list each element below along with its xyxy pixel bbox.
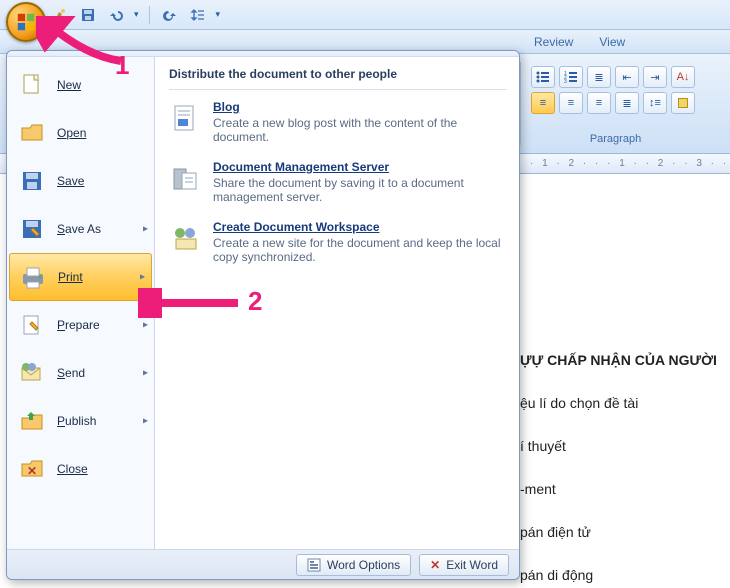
sub-item-desc: Create a new site for the document and k… — [213, 236, 507, 264]
close-icon: ✕ — [430, 558, 440, 572]
menu-item-label: Open — [57, 126, 86, 140]
menu-right-panel: Distribute the document to other people … — [155, 57, 519, 549]
menu-item-new[interactable]: New — [7, 61, 154, 109]
sort-button[interactable]: A↓ — [671, 66, 695, 88]
publish-icon — [17, 407, 47, 435]
menu-item-prepare[interactable]: Prepare ▸ — [7, 301, 154, 349]
sub-item-title: Create Document Workspace — [213, 220, 507, 234]
new-icon — [17, 71, 47, 99]
office-logo-icon — [15, 11, 37, 33]
redo-icon — [162, 7, 178, 23]
printer-icon — [18, 263, 48, 291]
numbering-button[interactable]: 123 — [559, 66, 583, 88]
justify-button[interactable]: ≣ — [615, 92, 639, 114]
menu-item-label: Save As — [57, 222, 101, 236]
decrease-indent-button[interactable]: ⇤ — [615, 66, 639, 88]
menu-item-label: Send — [57, 366, 85, 380]
quick-access-toolbar: ▾ ▾ — [0, 0, 730, 30]
sub-item-blog[interactable]: Blog Create a new blog post with the con… — [169, 100, 507, 144]
menu-item-close[interactable]: ✕ Close — [7, 445, 154, 493]
chevron-right-icon: ▸ — [143, 320, 148, 331]
send-icon — [17, 359, 47, 387]
doc-line: ỰỰ CHẤP NHẬN CỦA NGƯỜI — [520, 350, 720, 371]
numbering-icon: 123 — [564, 71, 578, 83]
tab-view[interactable]: View — [595, 31, 629, 53]
line-spacing-qat[interactable] — [188, 5, 208, 25]
menu-item-label: Save — [57, 174, 84, 188]
shading-button[interactable] — [671, 92, 695, 114]
button-label: Word Options — [327, 558, 400, 572]
group-label-paragraph: Paragraph — [521, 133, 710, 145]
menu-item-save[interactable]: Save — [7, 157, 154, 205]
workspace-icon — [169, 222, 203, 256]
doc-line: í thuyết — [520, 436, 720, 457]
panel-title: Distribute the document to other people — [169, 67, 507, 90]
menu-item-open[interactable]: Open — [7, 109, 154, 157]
sub-item-desc: Share the document by saving it to a doc… — [213, 176, 507, 204]
chevron-right-icon: ▸ — [143, 368, 148, 379]
doc-line: pán di động — [520, 565, 720, 586]
save-icon — [17, 167, 47, 195]
svg-text:✕: ✕ — [27, 464, 37, 478]
undo-dropdown[interactable]: ▾ — [134, 9, 139, 20]
document-area[interactable]: ỰỰ CHẤP NHẬN CỦA NGƯỜI ệu lí do chọn đề … — [520, 210, 720, 578]
sub-item-desc: Create a new blog post with the content … — [213, 116, 507, 144]
office-menu: New Open Save Save As ▸ Print ▸ — [6, 50, 520, 580]
tab-review[interactable]: Review — [530, 31, 577, 53]
ribbon-group-paragraph: 123 ≣ ⇤ ⇥ A↓ ≡ ≡ ≡ ≣ ↕≡ Paragraph — [520, 62, 710, 145]
align-center-button[interactable]: ≡ — [559, 92, 583, 114]
office-button[interactable] — [6, 2, 46, 42]
options-icon — [307, 558, 321, 572]
align-right-button[interactable]: ≡ — [587, 92, 611, 114]
blog-icon — [169, 102, 203, 136]
bullets-icon — [536, 71, 550, 83]
save-button-qat[interactable] — [78, 5, 98, 25]
menu-item-label: Prepare — [57, 318, 100, 332]
redo-button[interactable] — [160, 5, 180, 25]
separator — [149, 6, 150, 24]
menu-item-label: Publish — [57, 414, 96, 428]
save-as-icon — [17, 215, 47, 243]
button-label: Exit Word — [446, 558, 498, 572]
multilevel-button[interactable]: ≣ — [587, 66, 611, 88]
increase-indent-button[interactable]: ⇥ — [643, 66, 667, 88]
spacing-icon — [190, 7, 206, 23]
doc-line: pán điện tử — [520, 522, 720, 543]
open-folder-icon — [17, 119, 47, 147]
line-spacing-button[interactable]: ↕≡ — [643, 92, 667, 114]
align-left-button[interactable]: ≡ — [531, 92, 555, 114]
menu-item-label: Print — [58, 270, 83, 284]
sub-item-cdw[interactable]: Create Document Workspace Create a new s… — [169, 220, 507, 264]
exit-word-button[interactable]: ✕ Exit Word — [419, 554, 509, 576]
sub-item-title: Document Management Server — [213, 160, 507, 174]
chevron-right-icon: ▸ — [143, 224, 148, 235]
menu-item-print[interactable]: Print ▸ — [9, 253, 152, 301]
menu-footer: Word Options ✕ Exit Word — [7, 549, 519, 579]
chevron-right-icon: ▸ — [140, 272, 145, 283]
spacing-dropdown[interactable]: ▾ — [216, 9, 221, 20]
menu-item-send[interactable]: Send ▸ — [7, 349, 154, 397]
brush-icon — [52, 7, 68, 23]
bullets-button[interactable] — [531, 66, 555, 88]
menu-item-label: New — [57, 78, 81, 92]
menu-item-label: Close — [57, 462, 88, 476]
undo-icon — [108, 7, 124, 23]
doc-line: -ment — [520, 479, 720, 500]
menu-left-column: New Open Save Save As ▸ Print ▸ — [7, 57, 155, 549]
floppy-icon — [80, 7, 96, 23]
undo-button[interactable] — [106, 5, 126, 25]
close-folder-icon: ✕ — [17, 455, 47, 483]
menu-item-save-as[interactable]: Save As ▸ — [7, 205, 154, 253]
chevron-right-icon: ▸ — [143, 416, 148, 427]
format-painter-button[interactable] — [50, 5, 70, 25]
word-options-button[interactable]: Word Options — [296, 554, 411, 576]
sub-item-title: Blog — [213, 100, 507, 114]
svg-text:3: 3 — [564, 79, 567, 83]
menu-item-publish[interactable]: Publish ▸ — [7, 397, 154, 445]
server-icon — [169, 162, 203, 196]
doc-line: ệu lí do chọn đề tài — [520, 393, 720, 414]
sub-item-dms[interactable]: Document Management Server Share the doc… — [169, 160, 507, 204]
prepare-icon — [17, 311, 47, 339]
